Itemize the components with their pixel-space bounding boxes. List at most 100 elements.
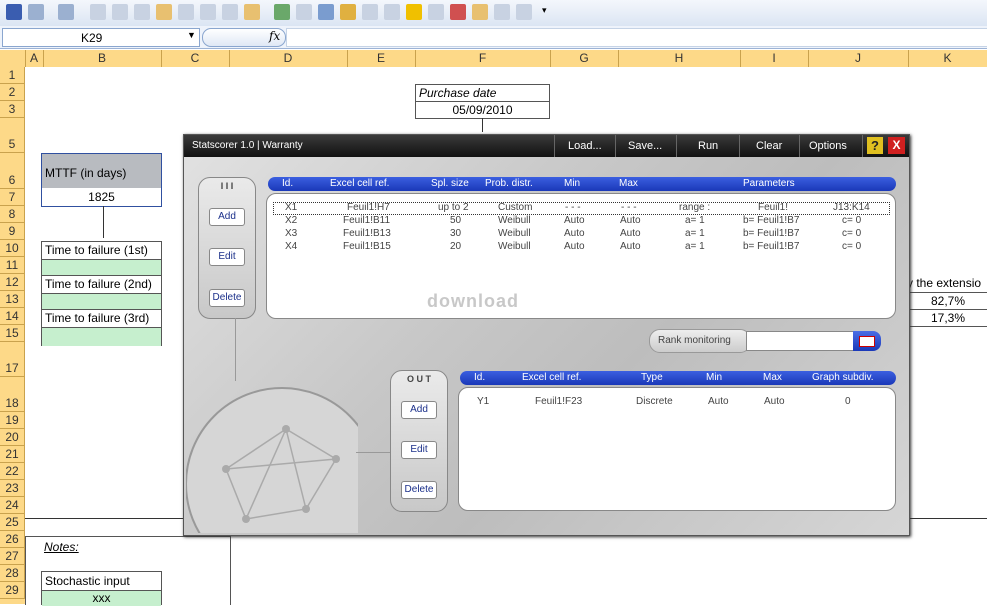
toolbar-tool-icon[interactable]: [274, 4, 290, 20]
clear-button[interactable]: Clear: [756, 140, 782, 152]
col-graph-subdiv[interactable]: Graph subdiv.: [812, 372, 874, 383]
toolbar-tool-icon[interactable]: [244, 4, 260, 20]
row-header[interactable]: 5: [0, 118, 25, 153]
edit-output-button[interactable]: Edit: [401, 441, 437, 459]
row-header[interactable]: 26: [0, 531, 25, 548]
column-header[interactable]: G: [550, 50, 619, 67]
row-header[interactable]: 7: [0, 189, 25, 206]
row-header[interactable]: 8: [0, 206, 25, 223]
col-parameters[interactable]: Parameters: [743, 178, 795, 189]
row-header[interactable]: 29: [0, 582, 25, 599]
row-header[interactable]: 17: [0, 342, 25, 377]
row-header[interactable]: 10: [0, 240, 25, 257]
formula-input[interactable]: [286, 28, 987, 47]
extension-pct-2[interactable]: 17,3%: [907, 309, 987, 327]
output-variables-panel[interactable]: Y1 Feuil1!F23 Discrete Auto Auto 0: [458, 387, 896, 511]
mttf-value[interactable]: 1825: [42, 189, 161, 206]
toolbar-tool-icon[interactable]: [516, 4, 532, 20]
row-header[interactable]: 22: [0, 463, 25, 480]
row-header[interactable]: 12: [0, 274, 25, 291]
column-header[interactable]: I: [740, 50, 809, 67]
toolbar-tool-icon[interactable]: [450, 4, 466, 20]
column-header[interactable]: F: [415, 50, 551, 67]
col-min[interactable]: Min: [706, 372, 722, 383]
row-header[interactable]: 18: [0, 377, 25, 412]
toolbar-tool-icon[interactable]: [112, 4, 128, 20]
toolbar-tool-icon[interactable]: [384, 4, 400, 20]
toolbar-tool-icon[interactable]: [222, 4, 238, 20]
column-header[interactable]: B: [43, 50, 162, 67]
col-id[interactable]: Id.: [282, 178, 293, 189]
col-prob-distr[interactable]: Prob. distr.: [485, 178, 533, 189]
ttf2-value[interactable]: [42, 293, 161, 310]
row-header[interactable]: 28: [0, 565, 25, 582]
load-button[interactable]: Load...: [568, 140, 602, 152]
edit-input-button[interactable]: Edit: [209, 248, 245, 266]
toolbar-tool-icon[interactable]: [472, 4, 488, 20]
column-header[interactable]: A: [25, 50, 44, 67]
row-header[interactable]: 9: [0, 223, 25, 240]
save-button[interactable]: Save...: [628, 140, 662, 152]
toolbar-tool-icon[interactable]: [296, 4, 312, 20]
toolbar-tool-icon[interactable]: [318, 4, 334, 20]
row-header[interactable]: 25: [0, 514, 25, 531]
toolbar-tool-icon[interactable]: [156, 4, 172, 20]
col-excel-cell-ref[interactable]: Excel cell ref.: [522, 372, 581, 383]
column-header[interactable]: D: [229, 50, 348, 67]
row-header[interactable]: 6: [0, 153, 25, 189]
toolbar-tool-icon[interactable]: [362, 4, 378, 20]
ttf3-value[interactable]: [42, 327, 161, 346]
toolbar-tool-icon[interactable]: [200, 4, 216, 20]
select-all-corner[interactable]: [0, 50, 26, 67]
toolbar-tool-icon[interactable]: [428, 4, 444, 20]
row-header[interactable]: 11: [0, 257, 25, 274]
close-icon[interactable]: X: [888, 137, 905, 154]
toolbar-tool-icon[interactable]: [134, 4, 150, 20]
column-header[interactable]: E: [347, 50, 416, 67]
add-input-button[interactable]: Add: [209, 208, 245, 226]
column-header[interactable]: H: [618, 50, 741, 67]
row-header[interactable]: 24: [0, 497, 25, 514]
input-variables-panel[interactable]: X1 Feuil1!H7 up to 2 Custom - - - - - - …: [266, 193, 896, 319]
help-icon[interactable]: ?: [867, 137, 883, 154]
row-header[interactable]: 1: [0, 67, 25, 84]
rank-monitoring-select-button[interactable]: [853, 331, 881, 351]
row-header[interactable]: 14: [0, 308, 25, 325]
warning-icon[interactable]: [406, 4, 422, 20]
toolbar-tool-icon[interactable]: [340, 4, 356, 20]
col-type[interactable]: Type: [641, 372, 663, 383]
column-header[interactable]: K: [908, 50, 987, 67]
save-icon[interactable]: [6, 4, 22, 20]
column-header[interactable]: C: [161, 50, 230, 67]
name-box[interactable]: K29 ▼: [2, 28, 200, 47]
options-button[interactable]: Options: [809, 140, 847, 152]
toolbar-tool-icon[interactable]: [90, 4, 106, 20]
rank-monitoring-input[interactable]: [746, 331, 856, 351]
add-output-button[interactable]: Add: [401, 401, 437, 419]
col-max[interactable]: Max: [763, 372, 782, 383]
column-header[interactable]: J: [808, 50, 909, 67]
col-spl-size[interactable]: Spl. size: [431, 178, 469, 189]
row-header[interactable]: 2: [0, 84, 25, 101]
col-min[interactable]: Min: [564, 178, 580, 189]
row-header[interactable]: 23: [0, 480, 25, 497]
run-button[interactable]: Run: [698, 140, 718, 152]
row-header[interactable]: 15: [0, 325, 25, 342]
row-header[interactable]: 27: [0, 548, 25, 565]
chevron-down-icon[interactable]: ▼: [187, 30, 196, 40]
row-header[interactable]: 13: [0, 291, 25, 308]
toolbar-tool-icon[interactable]: [178, 4, 194, 20]
col-max[interactable]: Max: [619, 178, 638, 189]
col-id[interactable]: Id.: [474, 372, 485, 383]
ttf1-value[interactable]: [42, 259, 161, 276]
row-header[interactable]: 19: [0, 412, 25, 429]
row-header[interactable]: 20: [0, 429, 25, 446]
toolbar-options-chevron-icon[interactable]: ▾: [542, 5, 547, 16]
row-header[interactable]: 3: [0, 101, 25, 118]
row-header[interactable]: 21: [0, 446, 25, 463]
col-excel-cell-ref[interactable]: Excel cell ref.: [330, 178, 389, 189]
toolbar-tool-icon[interactable]: [494, 4, 510, 20]
insert-function-button[interactable]: fx: [202, 28, 286, 47]
extension-pct-1[interactable]: 82,7%: [907, 292, 987, 310]
delete-input-button[interactable]: Delete: [209, 289, 245, 307]
